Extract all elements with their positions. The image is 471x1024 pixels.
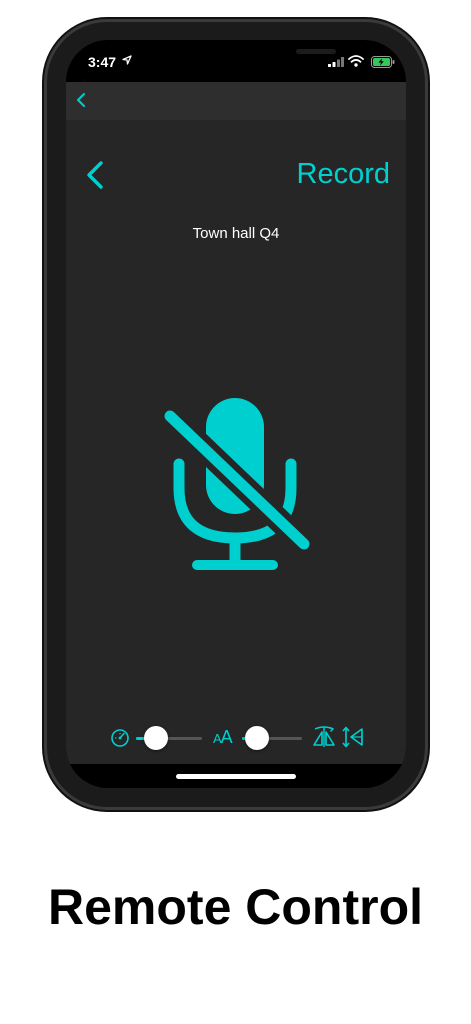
text-size-large-a: A — [220, 727, 233, 747]
mic-mute-button[interactable] — [159, 396, 315, 579]
speedometer-icon — [111, 729, 129, 747]
status-time: 3:47 — [88, 54, 117, 70]
flip-vertical-icon[interactable] — [342, 726, 364, 748]
speed-slider[interactable] — [136, 726, 202, 750]
home-indicator[interactable] — [176, 774, 296, 779]
top-navigation-bar — [66, 82, 406, 120]
battery-charging-icon — [371, 56, 395, 68]
text-size-small-a: A — [213, 731, 222, 746]
earpiece-speaker — [296, 49, 336, 54]
text-size-slider[interactable] — [242, 726, 302, 750]
session-name: Town hall Q4 — [192, 225, 280, 242]
mic-slash-icon[interactable] — [159, 396, 315, 574]
back-chevron-icon[interactable] — [84, 160, 106, 190]
status-bar: 3:47 — [66, 40, 406, 82]
phone-screen: 3:47 Record Town hall Q4 AA — [66, 40, 406, 788]
playback-controls: AA — [66, 720, 406, 756]
wifi-icon — [348, 55, 364, 67]
text-size-slider-thumb[interactable] — [245, 726, 269, 750]
cellular-signal-icon — [328, 57, 344, 67]
chevron-left-icon[interactable] — [75, 91, 87, 109]
location-arrow-icon — [122, 55, 132, 65]
promo-caption: Remote Control — [48, 879, 423, 935]
speed-slider-thumb[interactable] — [143, 726, 168, 750]
text-size-icon: AA — [213, 727, 233, 748]
mirror-horizontal-icon[interactable] — [312, 726, 336, 748]
notch — [146, 40, 336, 70]
record-title[interactable]: Record — [297, 158, 391, 191]
